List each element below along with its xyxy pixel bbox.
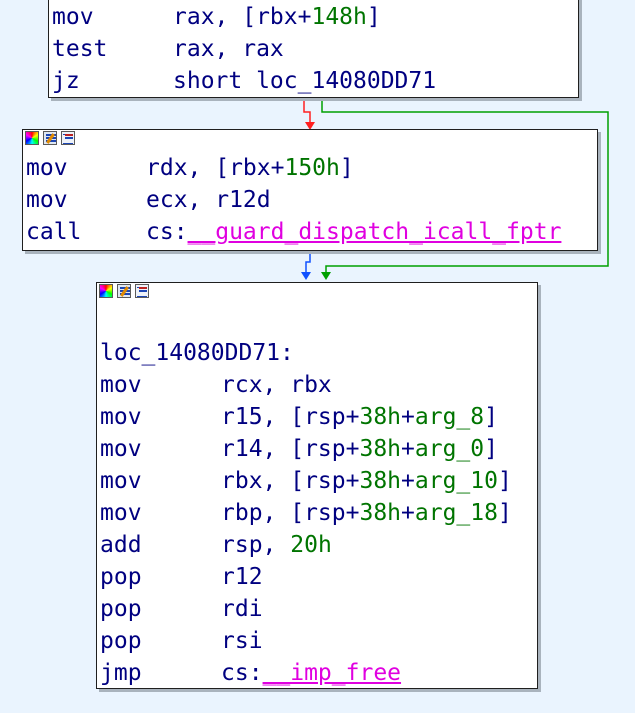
instruction-line[interactable]: pop rdi [100, 593, 540, 625]
instruction-line[interactable]: mov r14, [rsp+38h+arg_0] [100, 433, 540, 465]
operand-text: short loc_14080DD71 [173, 68, 437, 94]
instruction-line[interactable]: mov rcx, rbx [100, 369, 540, 401]
mnemonic: jz [52, 68, 80, 94]
mnemonic: pop [100, 628, 142, 654]
immediate-value: 148h [311, 4, 367, 30]
instruction-line[interactable]: pop rsi [100, 625, 540, 657]
palette-icon[interactable] [25, 131, 39, 145]
mnemonic: mov [100, 468, 142, 494]
operand-text: ] [484, 436, 498, 462]
mnemonic: mov [26, 155, 68, 181]
operand-text: rsp, [221, 532, 291, 558]
operands: r14, [rsp+38h+arg_0] [221, 433, 498, 465]
mnemonic: mov [26, 187, 68, 213]
external-symbol[interactable]: __imp_free [263, 660, 401, 686]
operands: rbp, [rsp+38h+arg_18] [221, 497, 512, 529]
stack-arg[interactable]: arg_18 [415, 500, 498, 526]
code-block-3[interactable]: loc_14080DD71: mov rcx, rbx mov r15, [rsp+38… [96, 282, 538, 689]
operands: rdx, [rbx+150h] [146, 152, 354, 184]
operands: cs:__guard_dispatch_icall_fptr [146, 216, 561, 248]
stack-arg[interactable]: arg_0 [415, 436, 484, 462]
operand-text: rcx, rbx [221, 372, 332, 398]
mnemonic: test [52, 36, 108, 62]
operand-text: r15, [rsp+ [221, 404, 360, 430]
instruction-line[interactable]: mov ecx, r12d [26, 184, 600, 216]
mnemonic: mov [52, 4, 94, 30]
operand-text: ] [484, 404, 498, 430]
edit-icon[interactable] [117, 284, 131, 298]
external-symbol[interactable]: __guard_dispatch_icall_fptr [188, 219, 562, 245]
operands: short loc_14080DD71 [173, 65, 436, 97]
operands: ecx, r12d [146, 184, 271, 216]
mnemonic: mov [100, 500, 142, 526]
mnemonic: add [100, 532, 142, 558]
operand-text: rbx, [rsp+ [221, 468, 360, 494]
operands: rcx, rbx [221, 369, 332, 401]
instruction-line[interactable]: jmp cs:__imp_free [100, 657, 540, 689]
operands: rbx, [rsp+38h+arg_10] [221, 465, 512, 497]
operand-text: + [401, 404, 415, 430]
graph-icon[interactable] [135, 284, 149, 298]
operand-text: ecx, r12d [146, 187, 271, 213]
immediate-value: 38h [359, 436, 402, 462]
code-block-1[interactable]: mov rax, [rbx+148h] test rax, rax jz short lo… [48, 0, 579, 98]
operand-text: rax, rax [173, 36, 284, 62]
operand-text: ] [497, 500, 512, 526]
operand-text: cs: [146, 219, 188, 245]
stack-arg[interactable]: arg_10 [415, 468, 498, 494]
immediate-value: 38h [359, 404, 402, 430]
operands: cs:__imp_free [221, 657, 401, 689]
block-titlebar [97, 283, 151, 301]
instruction-line[interactable]: pop r12 [100, 561, 540, 593]
edit-icon[interactable] [43, 131, 57, 145]
operand-text: + [401, 500, 415, 526]
instruction-line[interactable]: mov r15, [rsp+38h+arg_8] [100, 401, 540, 433]
operand-text: cs: [221, 660, 263, 686]
instruction-line[interactable]: call cs:__guard_dispatch_icall_fptr [26, 216, 600, 248]
block-titlebar [23, 130, 77, 148]
immediate-value: 38h [359, 468, 402, 494]
operand-text: r12 [221, 564, 263, 590]
immediate-value: 150h [284, 155, 340, 181]
operands: rax, rax [173, 33, 284, 65]
operands: rax, [rbx+148h] [173, 1, 381, 33]
instruction-line[interactable]: test rax, rax [52, 33, 581, 65]
operand-text: + [401, 468, 415, 494]
mnemonic: call [26, 219, 82, 245]
operands: rdi [221, 593, 263, 625]
stack-arg[interactable]: arg_8 [415, 404, 484, 430]
mnemonic: mov [100, 436, 142, 462]
mnemonic: mov [100, 372, 142, 398]
operands: r12 [221, 561, 263, 593]
mnemonic: pop [100, 596, 142, 622]
operand-text: rdx, [rbx+ [146, 155, 285, 181]
operand-text: rdi [221, 596, 263, 622]
operands: rsi [221, 625, 263, 657]
instruction-line[interactable]: jz short loc_14080DD71 [52, 65, 581, 97]
instruction-line[interactable]: mov rbx, [rsp+38h+arg_10] [100, 465, 540, 497]
operand-text: rsi [221, 628, 263, 654]
mnemonic: pop [100, 564, 142, 590]
instruction-line[interactable]: mov rdx, [rbx+150h] [26, 152, 600, 184]
immediate-value: 38h [359, 500, 402, 526]
operand-text: + [401, 436, 415, 462]
operands: rsp, 20h [221, 529, 332, 561]
instruction-line[interactable]: mov rax, [rbx+148h] [52, 1, 581, 33]
instruction-line[interactable]: mov rbp, [rsp+38h+arg_18] [100, 497, 540, 529]
code-block-2[interactable]: mov rdx, [rbx+150h] mov ecx, r12d call cs:__g… [22, 129, 598, 251]
instruction-line[interactable]: add rsp, 20h [100, 529, 540, 561]
operand-text: rax, [rbx+ [173, 4, 312, 30]
palette-icon[interactable] [99, 284, 113, 298]
operand-text: ] [497, 468, 512, 494]
operands: r15, [rsp+38h+arg_8] [221, 401, 498, 433]
operand-text: r14, [rsp+ [221, 436, 360, 462]
mnemonic: mov [100, 404, 142, 430]
immediate-value: 20h [290, 532, 332, 558]
graph-icon[interactable] [61, 131, 75, 145]
mnemonic: jmp [100, 660, 142, 686]
operand-text: ] [339, 155, 354, 181]
operand-text: ] [366, 4, 381, 30]
code-label[interactable]: loc_14080DD71: [100, 337, 294, 369]
operand-text: rbp, [rsp+ [221, 500, 360, 526]
